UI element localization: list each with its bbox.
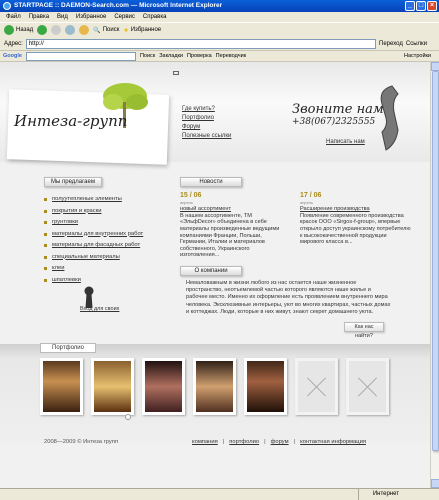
- news-item: 17 / 06 апрель Расширение производства П…: [300, 192, 412, 246]
- menu-view[interactable]: Вид: [57, 12, 68, 22]
- close-button[interactable]: ×: [427, 1, 437, 11]
- scroll-up-button[interactable]: [431, 62, 439, 71]
- menu-help[interactable]: Справка: [143, 12, 167, 22]
- offer-item[interactable]: специальные материалы: [44, 254, 143, 266]
- telephone-icon: [380, 85, 399, 151]
- refresh-button[interactable]: [65, 25, 76, 35]
- news-date-sub: апрель: [300, 199, 314, 205]
- window-titlebar: STARTPAGE :: DAEMON-Search.com — Microso…: [0, 0, 439, 12]
- news-label: Новости: [180, 177, 242, 187]
- about-text: Немаловажным в жизни любого из нас остае…: [186, 280, 391, 315]
- news-text: Появление современного производства крас…: [300, 212, 411, 246]
- star-icon: ★: [123, 27, 129, 34]
- nav-forum[interactable]: Форум: [182, 124, 231, 131]
- top-nav: Где купить? Портфолио Форум Полезные ссы…: [182, 106, 231, 140]
- menu-edit[interactable]: Правка: [29, 12, 49, 22]
- footer-link-forum[interactable]: форум: [271, 439, 289, 445]
- footer-link-contacts[interactable]: контактная информация: [300, 439, 366, 445]
- scroll-down-button[interactable]: [431, 479, 439, 488]
- portfolio-thumb[interactable]: [91, 358, 134, 415]
- links-button[interactable]: Ссылки: [406, 41, 439, 47]
- offer-label: Мы предлагаем: [44, 177, 102, 187]
- menu-bar: Файл Правка Вид Избранное Сервис Справка: [0, 12, 439, 22]
- keyhole-icon[interactable]: [84, 286, 94, 308]
- offer-item[interactable]: материалы для внутренних работ: [44, 231, 143, 243]
- about-label: О компании: [180, 266, 242, 276]
- footer-link-portfolio[interactable]: портфолио: [229, 439, 259, 445]
- translate-button[interactable]: Переводчик: [216, 53, 246, 59]
- ie-logo-icon: [3, 2, 11, 10]
- menu-tools[interactable]: Сервис: [114, 12, 135, 22]
- google-search-button[interactable]: Поиск: [140, 53, 155, 59]
- news-title[interactable]: Расширение производства: [300, 206, 412, 213]
- spellcheck-button[interactable]: Проверка: [187, 53, 212, 59]
- address-label: Адрес:: [4, 40, 23, 47]
- portfolio-thumb-empty: [346, 358, 389, 415]
- portfolio-thumb[interactable]: [244, 358, 287, 415]
- search-icon: 🔍: [93, 27, 101, 34]
- footer-links: компания | портфолио | форум | контактная и…: [192, 439, 366, 445]
- menu-file[interactable]: Файл: [6, 12, 21, 22]
- address-input[interactable]: http://: [25, 38, 377, 49]
- portfolio-tab[interactable]: Портфолио: [40, 343, 96, 353]
- favorites-button[interactable]: ★ Избранное: [123, 27, 161, 34]
- vertical-scrollbar[interactable]: [430, 62, 439, 488]
- nav-useful-links[interactable]: Полезные ссылки: [182, 133, 231, 140]
- browser-toolbar: Назад 🔍 Поиск ★ Избранное: [0, 22, 439, 37]
- offer-menu: полуутепленые элементы покрытия и краски…: [44, 196, 143, 288]
- offer-item[interactable]: покрытия и краски: [44, 208, 143, 220]
- write-to-us-link[interactable]: Написать нам: [326, 139, 365, 145]
- scroll-thumb[interactable]: [432, 71, 439, 451]
- web-page: Интеза-групп Где купить? Портфолио Форум…: [0, 62, 439, 488]
- login-link[interactable]: Вход для своих: [80, 306, 119, 312]
- portfolio-thumb[interactable]: [142, 358, 185, 415]
- offer-item[interactable]: клеи: [44, 265, 143, 277]
- maximize-button[interactable]: □: [416, 1, 426, 11]
- go-button[interactable]: Переход: [379, 41, 403, 47]
- zone-internet: Интернет: [357, 489, 399, 500]
- footer-copyright: 2008—2009 © Интеза групп: [44, 439, 119, 445]
- address-bar: Адрес: http:// Переход Ссылки: [0, 37, 439, 50]
- gallery-scroll-handle[interactable]: [125, 414, 131, 420]
- mail-icon[interactable]: [173, 71, 179, 75]
- back-arrow-icon: [4, 25, 14, 35]
- news-date: 15 / 06: [180, 192, 202, 199]
- news-title[interactable]: новый ассортимент: [180, 206, 286, 213]
- portfolio-thumb-empty: [295, 358, 338, 415]
- status-bar: Интернет: [0, 488, 439, 500]
- window-controls: _ □ ×: [405, 1, 437, 11]
- window-title: STARTPAGE :: DAEMON-Search.com — Microso…: [14, 2, 223, 9]
- forward-button[interactable]: [37, 25, 48, 35]
- news-text: В нашем ассортименте, ТМ «ЭльфDecor» объ…: [180, 212, 280, 259]
- portfolio-thumb[interactable]: [40, 358, 83, 415]
- back-button[interactable]: Назад: [4, 25, 33, 35]
- site-logo[interactable]: Интеза-групп: [14, 112, 127, 130]
- settings-button[interactable]: Настройки: [404, 53, 439, 59]
- stop-button[interactable]: [51, 25, 62, 35]
- nav-where-to-buy[interactable]: Где купить?: [182, 106, 231, 113]
- offer-item[interactable]: полуутепленые элементы: [44, 196, 143, 208]
- offer-item[interactable]: грунтовки: [44, 219, 143, 231]
- news-date: 17 / 06: [300, 192, 322, 199]
- how-to-find-button[interactable]: Как нас найти?: [344, 322, 384, 339]
- home-button[interactable]: [79, 25, 90, 35]
- google-search-input[interactable]: [25, 51, 136, 61]
- news-item: 15 / 06 апрель новый ассортимент В нашем…: [180, 192, 286, 259]
- nav-portfolio[interactable]: Портфолио: [182, 115, 231, 122]
- offer-item[interactable]: материалы для фасадных работ: [44, 242, 143, 254]
- footer: 2008—2009 © Интеза групп компания | портф…: [0, 436, 430, 454]
- google-logo: Google: [3, 53, 22, 59]
- minimize-button[interactable]: _: [405, 1, 415, 11]
- search-button[interactable]: 🔍 Поиск: [93, 27, 119, 34]
- portfolio-thumb[interactable]: [193, 358, 236, 415]
- menu-favorites[interactable]: Избранное: [76, 12, 106, 22]
- footer-link-company[interactable]: компания: [192, 439, 218, 445]
- bookmarks-button[interactable]: Закладки: [159, 53, 183, 59]
- portfolio-gallery: [40, 358, 389, 415]
- google-toolbar: Google Поиск Закладки Проверка Переводчи…: [0, 50, 439, 62]
